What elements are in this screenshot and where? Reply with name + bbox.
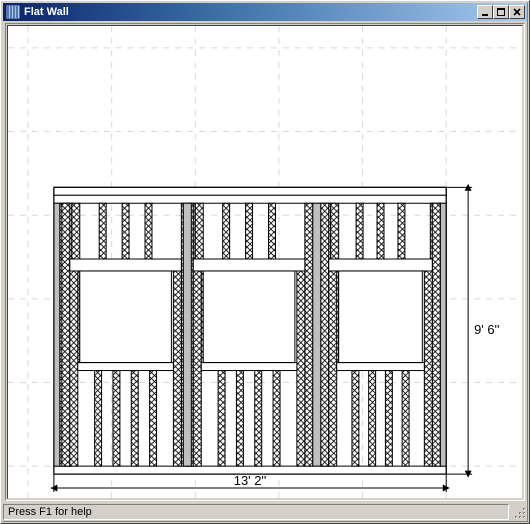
wall (54, 187, 446, 474)
maximize-icon (497, 8, 505, 16)
caption-buttons (477, 5, 525, 19)
window-title: Flat Wall (24, 6, 477, 18)
drawing-canvas[interactable]: 13' 2'' 9' 6'' (8, 26, 522, 498)
height-dimension-label: 9' 6'' (474, 322, 499, 337)
close-icon (513, 8, 521, 16)
minimize-button[interactable] (477, 5, 493, 19)
wall-icon (5, 4, 21, 20)
close-button[interactable] (509, 5, 525, 19)
document-area: 13' 2'' 9' 6'' (5, 23, 525, 501)
minimize-icon (481, 8, 489, 16)
status-help-text: Press F1 for help (8, 506, 92, 518)
maximize-button[interactable] (493, 5, 509, 19)
size-grip[interactable] (511, 504, 527, 520)
titlebar[interactable]: Flat Wall (3, 3, 527, 21)
status-help-pane: Press F1 for help (3, 504, 509, 520)
app-window: Flat Wall 13' 2'' 9' 6'' Press F1 for hel… (0, 0, 530, 524)
statusbar: Press F1 for help (3, 503, 527, 521)
size-grip-icon (511, 504, 527, 520)
drawing-viewport[interactable]: 13' 2'' 9' 6'' (7, 25, 523, 499)
width-dimension-label: 13' 2'' (234, 473, 267, 488)
